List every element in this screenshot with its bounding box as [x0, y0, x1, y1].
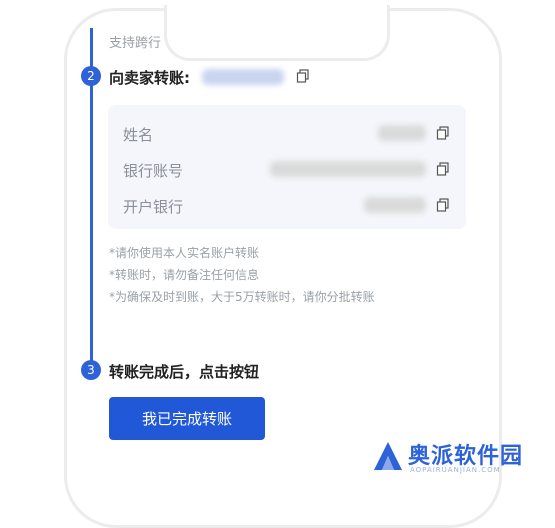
logo-icon — [374, 442, 402, 470]
top-partial-text: 支持跨行 — [109, 36, 162, 51]
step2-number: 2 — [81, 66, 101, 86]
step3-title: 转账完成后，点击按钮 — [109, 363, 260, 381]
note-no-remark: *转账时，请勿备注任何信息 — [109, 268, 260, 282]
note-split-transfer: *为确保及时到账，大于5万转账时，请你分批转账 — [109, 290, 375, 304]
step2-title: 向卖家转账: — [109, 69, 190, 87]
step3-number: 3 — [81, 360, 101, 380]
bank-label: 开户银行 — [123, 198, 184, 216]
account-value-blurred — [270, 161, 426, 177]
name-value-blurred — [378, 125, 426, 141]
name-label: 姓名 — [123, 126, 154, 144]
bank-value-blurred — [364, 197, 426, 213]
copy-icon[interactable] — [436, 162, 450, 176]
watermark-subtitle: AOPAIRUANJIAN.COM — [410, 466, 501, 474]
phone-notch — [164, 5, 390, 61]
account-label: 银行账号 — [123, 162, 184, 180]
copy-icon[interactable] — [436, 126, 450, 140]
seller-account-blurred — [202, 69, 284, 85]
transfer-done-button[interactable]: 我已完成转账 — [109, 397, 265, 440]
note-real-name: *请你使用本人实名账户转账 — [109, 246, 260, 260]
copy-icon[interactable] — [436, 198, 450, 212]
copy-icon[interactable] — [296, 69, 310, 83]
